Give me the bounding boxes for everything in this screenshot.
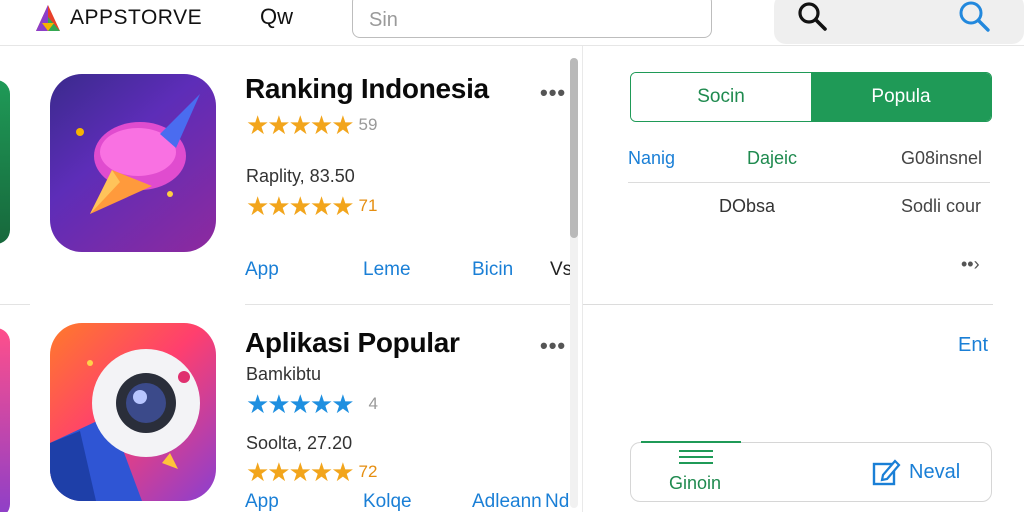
app-card[interactable]: Ranking Indonesia ••• ★★★★★ 59 Raplity, … [0, 46, 582, 304]
search-icon-blue[interactable] [956, 0, 992, 34]
segment-socin[interactable]: Socin [631, 73, 811, 121]
link-4[interactable]: Nd [545, 491, 569, 512]
link-3[interactable]: Adleann [472, 491, 542, 512]
link-3[interactable]: Bicin [472, 259, 513, 281]
star-rating-icon: ★★★★★ [246, 389, 355, 419]
more-arrow-button[interactable]: ••› [961, 254, 980, 275]
link-app[interactable]: App [245, 259, 279, 281]
divider [628, 182, 990, 183]
neval-button[interactable]: Neval [909, 461, 960, 484]
edit-icon[interactable] [871, 457, 901, 487]
app-subtitle: Soolta, 27.20 [246, 433, 353, 453]
app-title[interactable]: Aplikasi Popular [245, 327, 460, 359]
star-rating-icon: ★★★★★ [246, 457, 355, 487]
rating-value: 71 [358, 196, 378, 215]
search-actions [774, 0, 1024, 44]
search-box [352, 0, 712, 38]
category-dobsa[interactable]: DObsa [719, 196, 775, 217]
more-options-button[interactable]: ••• [540, 80, 566, 106]
app-icon[interactable] [50, 74, 216, 252]
rating: ★★★★★ 4 [246, 391, 378, 417]
app-links: App Kolqe Adleann Nd [245, 491, 575, 512]
segmented-control: Socin Popula [630, 72, 992, 122]
app-logo[interactable]: APPSTORVE [34, 3, 202, 33]
ginoin-button[interactable]: Ginoin [631, 443, 743, 501]
spinning-top-icon [76, 94, 200, 214]
rating: ★★★★★ 71 [246, 193, 377, 219]
logo-icon [36, 5, 60, 31]
star-rating-icon: ★★★★★ [246, 110, 355, 140]
app-links: App Leme Bicin Vs [245, 259, 575, 283]
bottom-action-bar: Ginoin Neval [630, 441, 992, 502]
category-dajeic[interactable]: Dajeic [747, 148, 797, 169]
more-options-button[interactable]: ••• [540, 333, 566, 359]
entry-link[interactable]: Ent [958, 334, 988, 357]
top-bar: APPSTORVE Qw [0, 0, 1024, 46]
category-nanig[interactable]: Nanig [628, 148, 675, 169]
nav-label[interactable]: Qw [260, 4, 293, 30]
scrollbar-thumb[interactable] [570, 58, 578, 238]
star-rating-icon: ★★★★★ [246, 191, 355, 221]
app-subtitle: Raplity, 83.50 [246, 166, 355, 186]
segment-popula[interactable]: Popula [811, 73, 991, 121]
rating-value: 4 [368, 394, 379, 413]
category-sodli-cour[interactable]: Sodli cour [901, 196, 981, 217]
search-icon[interactable] [796, 0, 828, 32]
app-icon[interactable] [50, 323, 216, 501]
category-g08insnel[interactable]: G08insnel [901, 148, 982, 169]
rating: ★★★★★ 59 [246, 112, 377, 138]
app-list-panel: Ranking Indonesia ••• ★★★★★ 59 Raplity, … [0, 46, 582, 512]
app-title[interactable]: Ranking Indonesia [245, 73, 489, 105]
rating-value: 59 [358, 115, 378, 134]
camera-lens-icon [50, 349, 200, 501]
ginoin-label: Ginoin [669, 473, 722, 493]
rating: ★★★★★ 72 [246, 459, 377, 485]
app-card[interactable]: Aplikasi Popular ••• Bamkibtu ★★★★★ 4 So… [0, 305, 582, 512]
search-input[interactable] [353, 0, 711, 37]
rating-value: 72 [358, 462, 378, 481]
menu-icon [679, 450, 713, 464]
link-2[interactable]: Kolqe [363, 491, 412, 512]
filter-panel: Socin Popula Nanig Dajeic G08insnel DObs… [582, 46, 1024, 512]
link-4[interactable]: Vs [550, 259, 572, 281]
app-developer: Bamkibtu [246, 364, 322, 384]
link-app[interactable]: App [245, 491, 279, 512]
logo-text: APPSTORVE [70, 6, 203, 29]
link-2[interactable]: Leme [363, 259, 411, 281]
divider [583, 304, 993, 305]
